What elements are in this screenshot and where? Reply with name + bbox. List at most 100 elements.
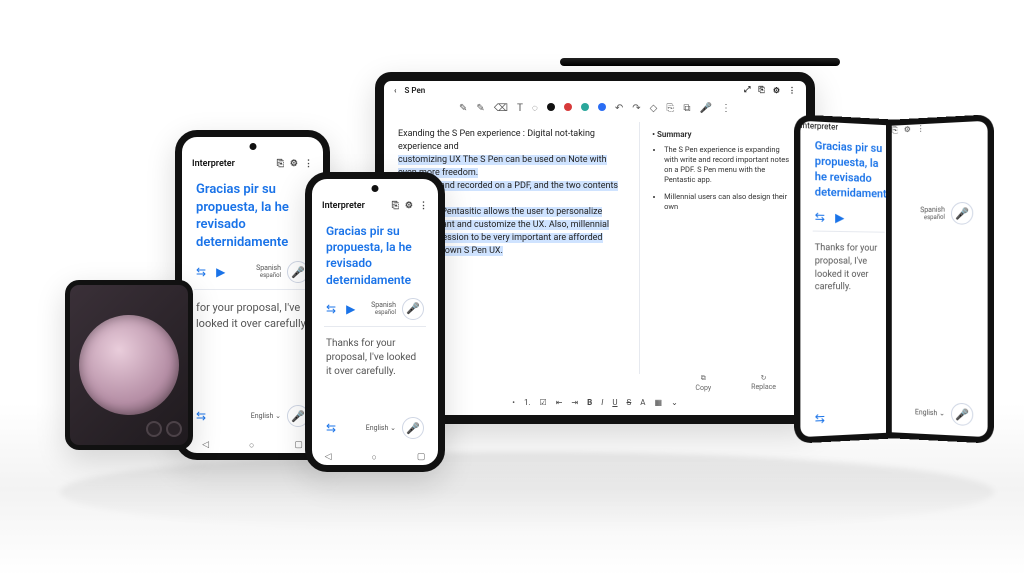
swap-icon[interactable]: ⇆ [196, 409, 206, 423]
output-language-label[interactable]: Spanishespañol [256, 265, 281, 279]
nav-recent-icon[interactable]: ▢ [417, 452, 426, 463]
settings-icon[interactable]: ⚙ [290, 159, 298, 169]
bold-icon[interactable]: B [587, 398, 592, 407]
play-icon[interactable]: ▶ [346, 302, 355, 316]
device-flip-closed [65, 280, 193, 450]
nav-home-icon[interactable]: ○ [591, 415, 596, 424]
s-pen-stylus [560, 58, 840, 66]
more-tools-icon[interactable]: ⋮ [721, 103, 731, 114]
fold-right-screen: ⎘ ⚙ ⋮ Spanishespañol 🎤 English ⌄ [886, 114, 994, 444]
enlarge-icon[interactable]: ⤢ [744, 85, 750, 95]
flip-wallpaper [79, 315, 179, 415]
input-language-label[interactable]: English ⌄ [251, 413, 281, 420]
translated-text: Gracias pir su propuesta, la he revisado… [800, 130, 896, 208]
nav-back-icon[interactable]: ◁ [202, 440, 209, 451]
more-icon[interactable]: ⋮ [917, 124, 925, 135]
pen-tool-icon[interactable]: ✎ [459, 103, 467, 114]
font-color-icon[interactable]: A [640, 398, 645, 407]
front-camera [372, 185, 379, 192]
source-text: Thanks for your proposal, I've looked it… [800, 234, 896, 303]
nav-home-icon[interactable]: ○ [249, 440, 254, 451]
bookmark-icon[interactable]: ⎘ [392, 201, 399, 211]
app-title: Interpreter [322, 201, 365, 211]
eraser-tool-icon[interactable]: ⌫ [494, 103, 508, 114]
record-icon[interactable]: 🎤 [700, 103, 712, 114]
camera-lens [166, 421, 182, 437]
underline-icon[interactable]: U [612, 398, 617, 407]
nav-recent-icon[interactable]: ▢ [294, 440, 303, 451]
color-swatch-black[interactable] [547, 103, 555, 111]
color-swatch-blue[interactable] [598, 103, 606, 111]
play-icon[interactable]: ▶ [216, 265, 225, 279]
phone-navbar: ◁ ○ ▢ [182, 438, 323, 451]
undo-icon[interactable]: ↶ [615, 103, 623, 114]
camera-lens [146, 421, 162, 437]
copy-button[interactable]: ⧉ Copy [695, 374, 711, 392]
color-swatch-red[interactable] [564, 103, 572, 111]
italic-icon[interactable]: I [601, 398, 603, 407]
swap-icon[interactable]: ⇆ [326, 421, 336, 435]
more-icon[interactable]: ⋮ [419, 201, 428, 211]
product-lineup-stage: ‹ S Pen ⤢ ⎘ ⚙ ⋮ ✎ ✎ ⌫ T ◌ ↶ ↷ ◇ ⎘ ⧉ [0, 0, 1024, 576]
indent-icon[interactable]: ⇥ [571, 398, 578, 407]
tablet-navbar: ◁ ○ ▢ [384, 413, 806, 424]
nav-home-icon[interactable]: ○ [371, 452, 376, 463]
divider [194, 289, 311, 290]
mic-button[interactable]: 🎤 [951, 202, 973, 225]
divider [324, 326, 426, 327]
settings-icon[interactable]: ⚙ [773, 86, 780, 95]
swap-icon[interactable]: ⇆ [326, 302, 336, 316]
outdent-icon[interactable]: ⇤ [556, 398, 563, 407]
mic-button[interactable]: 🎤 [402, 298, 424, 320]
divider [813, 231, 885, 233]
swap-icon[interactable]: ⇆ [196, 265, 206, 279]
lasso-tool-icon[interactable]: ◌ [532, 103, 538, 114]
insert-icon[interactable]: ⧉ [683, 103, 690, 114]
chevron-down-icon[interactable]: ⌄ [671, 398, 678, 407]
color-swatch-teal[interactable] [581, 103, 589, 111]
input-language-label[interactable]: English ⌄ [915, 409, 945, 417]
nav-recent-icon[interactable]: ▢ [637, 415, 646, 424]
input-language-label[interactable]: English ⌄ [366, 425, 396, 432]
highlight-icon[interactable]: ▦ [655, 398, 663, 407]
phone-navbar: ◁ ○ ▢ [312, 450, 438, 463]
copy-icon: ⧉ [701, 374, 706, 383]
nav-back-icon[interactable]: ◁ [325, 452, 332, 463]
translated-text: Gracias pir su propuesta, la he revisado… [182, 173, 323, 257]
output-language-label[interactable]: Spanishespañol [371, 302, 396, 316]
swap-icon[interactable]: ⇆ [815, 411, 825, 426]
device-phone-front: Interpreter ⎘ ⚙ ⋮ Gracias pir su propues… [305, 172, 445, 472]
redo-icon[interactable]: ↷ [632, 103, 640, 114]
shape-tool-icon[interactable]: ◇ [650, 103, 658, 114]
summary-bullet: Millennial users can also design their o… [664, 192, 794, 212]
floor-reflection [60, 452, 994, 532]
front-camera [249, 143, 256, 150]
replace-icon: ↻ [761, 374, 767, 382]
text-tool-icon[interactable]: T [517, 103, 523, 114]
source-text: Thanks for your proposal, I've looked it… [312, 329, 438, 387]
summary-bullet: The S Pen experience is expanding with w… [664, 145, 794, 186]
more-icon[interactable]: ⋮ [304, 159, 313, 169]
output-language-label[interactable]: Spanishespañol [920, 207, 945, 222]
list-bullet-icon[interactable]: • [512, 398, 515, 407]
settings-icon[interactable]: ⚙ [405, 201, 413, 211]
mic-button[interactable]: 🎤 [402, 417, 424, 439]
bookmark-icon[interactable]: ⎘ [758, 85, 764, 95]
nav-back-icon[interactable]: ◁ [545, 415, 552, 424]
back-icon[interactable]: ‹ [394, 86, 396, 95]
more-icon[interactable]: ⋮ [788, 86, 796, 95]
attach-icon[interactable]: ⎘ [666, 103, 674, 114]
summary-title: • Summary [652, 130, 794, 139]
list-check-icon[interactable]: ☑ [540, 398, 547, 407]
highlighter-tool-icon[interactable]: ✎ [476, 103, 484, 114]
swap-icon[interactable]: ⇆ [815, 210, 825, 225]
list-number-icon[interactable]: 1. [524, 398, 531, 407]
bookmark-icon[interactable]: ⎘ [892, 125, 898, 135]
strike-icon[interactable]: S [627, 398, 632, 407]
mic-button[interactable]: 🎤 [951, 403, 973, 427]
play-icon[interactable]: ▶ [835, 211, 844, 225]
settings-icon[interactable]: ⚙ [904, 125, 911, 135]
replace-button[interactable]: ↻ Replace [751, 374, 776, 392]
bookmark-icon[interactable]: ⎘ [277, 159, 284, 169]
format-toolbar: • 1. ☑ ⇤ ⇥ B I U S A ▦ ⌄ [384, 396, 806, 413]
